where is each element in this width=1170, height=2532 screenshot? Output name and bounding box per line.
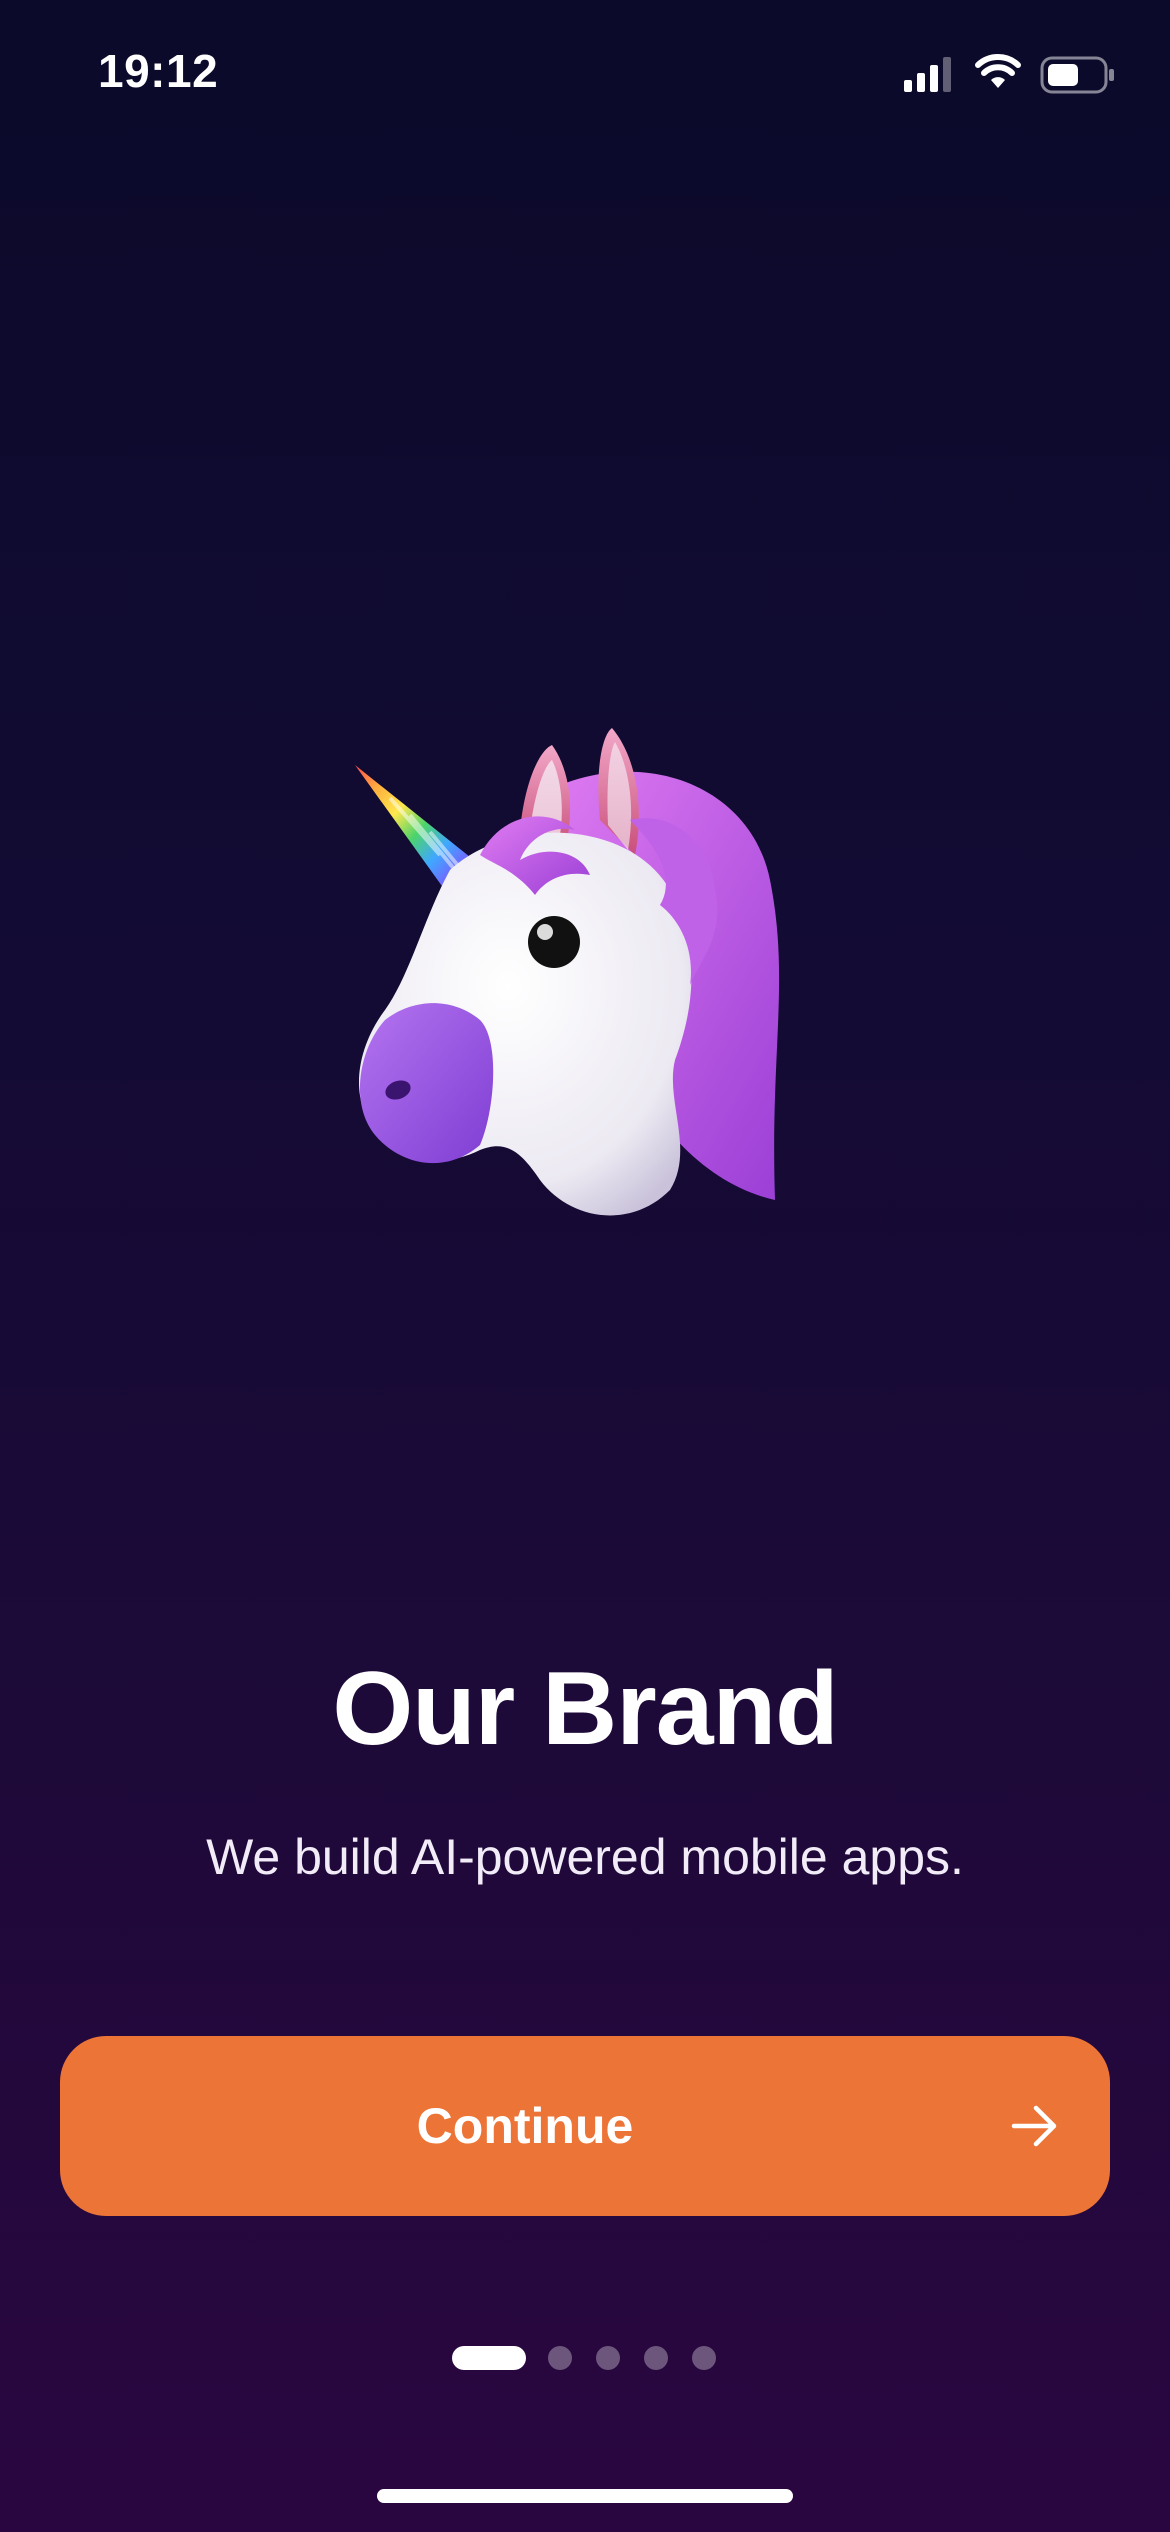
page-dot-3[interactable] [596,2346,620,2370]
page-subtitle: We build AI-powered mobile apps. [206,1829,964,1885]
arrow-right-icon [1011,2105,1057,2147]
cellular-signal-icon [904,57,951,92]
wifi-icon [975,54,1021,88]
continue-button[interactable]: Continue [60,2036,1110,2216]
onboarding-screen: 19:12 Our Brand We build AI-powered mobi… [0,0,1170,2532]
continue-button-label: Continue [416,2098,634,2154]
page-dot-2[interactable] [548,2346,572,2370]
status-time: 19:12 [98,45,219,97]
page-dot-4[interactable] [644,2346,668,2370]
page-title: Our Brand [332,1651,838,1767]
status-bar: 19:12 [0,0,1170,150]
unicorn-illustration [355,728,780,1216]
page-indicator [0,2344,1170,2372]
page-dot-5[interactable] [692,2346,716,2370]
page-dot-1-active[interactable] [452,2346,526,2370]
battery-icon [1040,56,1114,94]
home-indicator[interactable] [377,2489,793,2503]
